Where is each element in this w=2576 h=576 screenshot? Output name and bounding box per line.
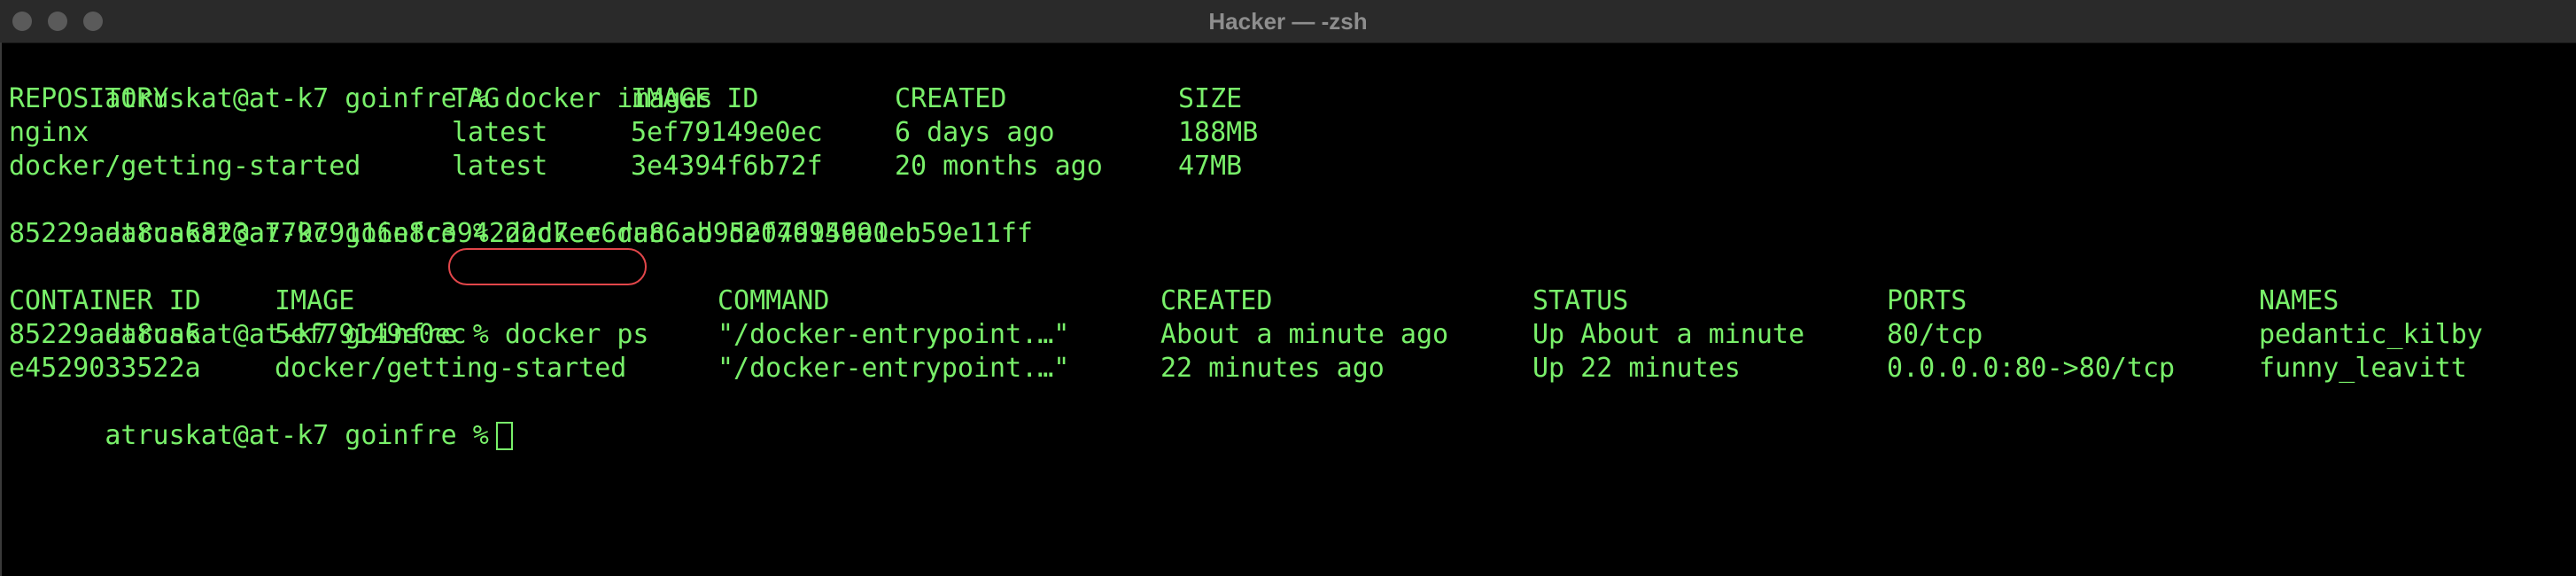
header-container-id: CONTAINER ID (9, 285, 201, 316)
header-ports: PORTS (1887, 285, 1967, 316)
names-cell: funny_leavitt (2259, 353, 2467, 384)
window-title: Hacker — -zsh (1208, 8, 1368, 35)
table-row: 85229ada8ca6 5ef79149e0ec "/docker-entry… (9, 318, 2483, 352)
tag-cell: latest (452, 117, 548, 148)
ps-table-header: CONTAINER ID IMAGE COMMAND CREATED STATU… (9, 284, 2339, 318)
header-created: CREATED (895, 83, 1007, 114)
text-cursor[interactable] (495, 422, 513, 450)
created-cell: 20 months ago (895, 151, 1103, 182)
header-image: IMAGE (275, 285, 355, 316)
repository-cell: docker/getting-started (9, 151, 361, 182)
image-cell: docker/getting-started (275, 353, 627, 384)
image-id-cell: 3e4394f6b72f (631, 151, 823, 182)
command-highlight-annotation (448, 248, 647, 285)
table-row: e4529033522a docker/getting-started "/do… (9, 352, 2467, 385)
command-cell: "/docker-entrypoint.…" (718, 319, 1070, 350)
command-cell: "/docker-entrypoint.…" (718, 353, 1070, 384)
container-id-output: 85229ada8ca6823a779c9116e8c394222d7ee6da… (9, 218, 1033, 249)
header-command: COMMAND (718, 285, 830, 316)
status-cell: Up 22 minutes (1532, 353, 1741, 384)
image-cell: 5ef79149e0ec (275, 319, 467, 350)
prompt-line-images: atruskat@at-k7 goinfre % docker images (9, 49, 712, 114)
prompt-line-current[interactable]: atruskat@at-k7 goinfre % (9, 385, 513, 451)
size-cell: 188MB (1178, 117, 1259, 148)
repository-cell: nginx (9, 117, 89, 148)
names-cell: pedantic_kilby (2259, 319, 2483, 350)
prompt-line-run: atruskat@at-k7 goinfre % docker run -d 5… (9, 183, 920, 249)
images-table-header: REPOSITORY TAG IMAGE ID CREATED SIZE (9, 82, 1242, 116)
title-bar: Hacker — -zsh (0, 0, 2576, 43)
header-created: CREATED (1160, 285, 1273, 316)
status-cell: Up About a minute (1532, 319, 1805, 350)
header-size: SIZE (1178, 83, 1243, 114)
container-id-cell: e4529033522a (9, 353, 201, 384)
header-tag: TAG (452, 83, 500, 114)
table-row: docker/getting-started latest 3e4394f6b7… (9, 150, 1242, 183)
table-row: nginx latest 5ef79149e0ec 6 days ago 188… (9, 116, 1258, 150)
created-cell: 6 days ago (895, 117, 1055, 148)
prompt-line-ps: atruskat@at-k7 goinfre % docker ps (9, 248, 648, 350)
header-image-id: IMAGE ID (631, 83, 759, 114)
size-cell: 47MB (1178, 151, 1243, 182)
created-cell: About a minute ago (1160, 319, 1449, 350)
header-status: STATUS (1532, 285, 1629, 316)
terminal-output[interactable]: atruskat@at-k7 goinfre % docker images R… (0, 49, 2576, 576)
image-id-cell: 5ef79149e0ec (631, 117, 823, 148)
ports-cell: 80/tcp (1887, 319, 1983, 350)
terminal-window: Hacker — -zsh atruskat@at-k7 goinfre % d… (0, 0, 2576, 576)
prompt: atruskat@at-k7 goinfre % (105, 420, 489, 451)
header-repository: REPOSITORY (9, 83, 169, 114)
header-names: NAMES (2259, 285, 2339, 316)
container-id-cell: 85229ada8ca6 (9, 319, 201, 350)
tag-cell: latest (452, 151, 548, 182)
command-text: docker ps (504, 319, 649, 350)
created-cell: 22 minutes ago (1160, 353, 1385, 384)
ports-cell: 0.0.0.0:80->80/tcp (1887, 353, 2176, 384)
